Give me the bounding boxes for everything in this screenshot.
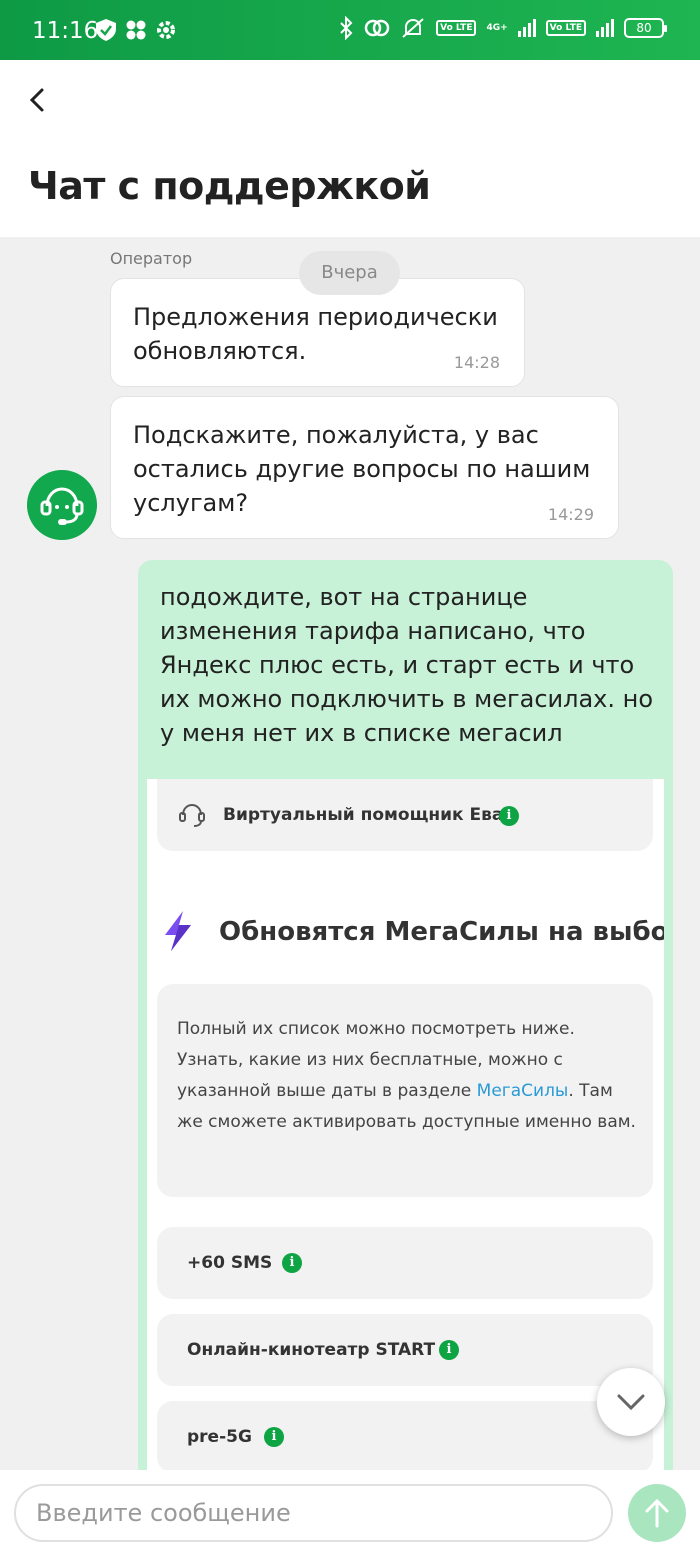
- sender-label: Оператор: [110, 249, 193, 268]
- bluetooth-icon: [340, 16, 353, 40]
- option-pre5g: pre-5G i: [157, 1401, 653, 1470]
- back-button[interactable]: [18, 80, 58, 120]
- info-icon: i: [499, 806, 519, 826]
- option-start: Онлайн-кинотеатр START i: [157, 1314, 653, 1386]
- message-time: 14:28: [453, 353, 500, 372]
- header: Чат с поддержкой: [0, 60, 700, 237]
- status-time: 11:16: [32, 18, 99, 44]
- volte-badge: Vo LTE: [436, 20, 477, 36]
- info-icon: i: [439, 1340, 459, 1360]
- message-text: Подскажите, пожалуйста, у вас остались д…: [133, 421, 591, 517]
- headset-icon: [40, 487, 84, 525]
- user-message: подождите, вот на странице изменения тар…: [138, 560, 673, 1470]
- info-icon: i: [282, 1253, 302, 1273]
- megasily-link[interactable]: МегаСилы: [477, 1081, 569, 1101]
- hotspot-icon: [364, 19, 390, 37]
- chat-area[interactable]: Оператор Предложения периодически обновл…: [0, 237, 700, 1470]
- date-separator: Вчера: [299, 251, 400, 295]
- settings-icon: [157, 21, 175, 39]
- info-icon: i: [264, 1427, 284, 1447]
- chevron-down-icon: [617, 1394, 645, 1411]
- shield-icon: [96, 19, 116, 41]
- option-sms: +60 SMS i: [157, 1227, 653, 1299]
- message-input[interactable]: [14, 1484, 613, 1542]
- option-label: Онлайн-кинотеатр START: [187, 1340, 436, 1360]
- signal-icon: [517, 19, 536, 37]
- megasily-description: Полный их список можно посмотреть ниже. …: [177, 1019, 636, 1132]
- option-label: pre-5G: [187, 1427, 252, 1447]
- scroll-down-button[interactable]: [597, 1368, 665, 1436]
- lightning-icon: [165, 911, 191, 951]
- operator-message: Подскажите, пожалуйста, у вас остались д…: [110, 396, 619, 539]
- message-time: 14:29: [547, 505, 594, 524]
- send-button[interactable]: [628, 1484, 686, 1542]
- option-label: +60 SMS: [187, 1253, 273, 1273]
- status-bar: 11:16 Vo LTE 4G+ Vo LTE 80: [0, 0, 700, 60]
- page-title: Чат с поддержкой: [28, 164, 431, 208]
- assistant-row: Виртуальный помощник Ева i: [157, 779, 653, 851]
- battery-icon: 80: [624, 18, 667, 38]
- megasily-title: Обновятся МегаСилы на выбор: [219, 917, 664, 947]
- operator-avatar: [27, 470, 97, 540]
- arrow-up-icon: [645, 1498, 669, 1528]
- signal-icon-2: [596, 19, 614, 37]
- user-message-text: подождите, вот на странице изменения тар…: [160, 583, 654, 747]
- volte-badge-2: Vo LTE: [545, 20, 586, 36]
- input-bar: [0, 1470, 700, 1556]
- screenshot-attachment[interactable]: Виртуальный помощник Ева i Обновятся Мег…: [147, 779, 664, 1470]
- apps-icon: [126, 20, 146, 40]
- mute-bell-icon: [402, 18, 424, 38]
- network-type: 4G+: [486, 22, 508, 33]
- assistant-label: Виртуальный помощник Ева: [223, 805, 504, 825]
- chevron-left-icon: [29, 88, 44, 112]
- headset-icon: [179, 803, 205, 827]
- megasily-info-card: Полный их список можно посмотреть ниже. …: [157, 984, 653, 1197]
